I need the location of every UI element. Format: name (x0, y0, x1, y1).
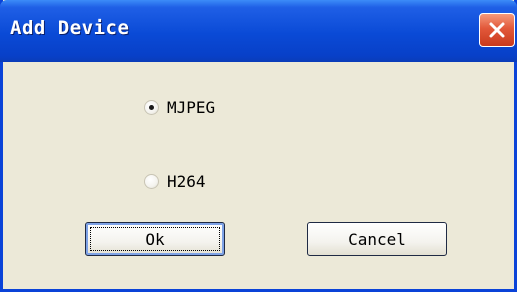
title-bar[interactable]: Add Device (0, 0, 517, 62)
radio-option-mjpeg[interactable]: MJPEG (144, 98, 215, 117)
close-icon (489, 22, 505, 38)
add-device-dialog: Add Device MJPEG H264 Ok Cancel (0, 0, 517, 292)
focus-rectangle (90, 227, 220, 251)
close-button[interactable] (479, 13, 515, 47)
cancel-button-label: Cancel (348, 229, 406, 249)
radio-selected-dot (149, 105, 154, 110)
radio-button-h264[interactable] (144, 174, 159, 189)
radio-option-h264[interactable]: H264 (144, 172, 206, 191)
radio-label-mjpeg: MJPEG (167, 98, 216, 117)
cancel-button[interactable]: Cancel (307, 222, 447, 256)
dialog-body: MJPEG H264 Ok Cancel (3, 62, 514, 289)
dialog-title: Add Device (10, 17, 130, 39)
radio-button-mjpeg[interactable] (144, 100, 159, 115)
ok-button[interactable]: Ok (85, 222, 225, 256)
radio-label-h264: H264 (167, 172, 206, 191)
